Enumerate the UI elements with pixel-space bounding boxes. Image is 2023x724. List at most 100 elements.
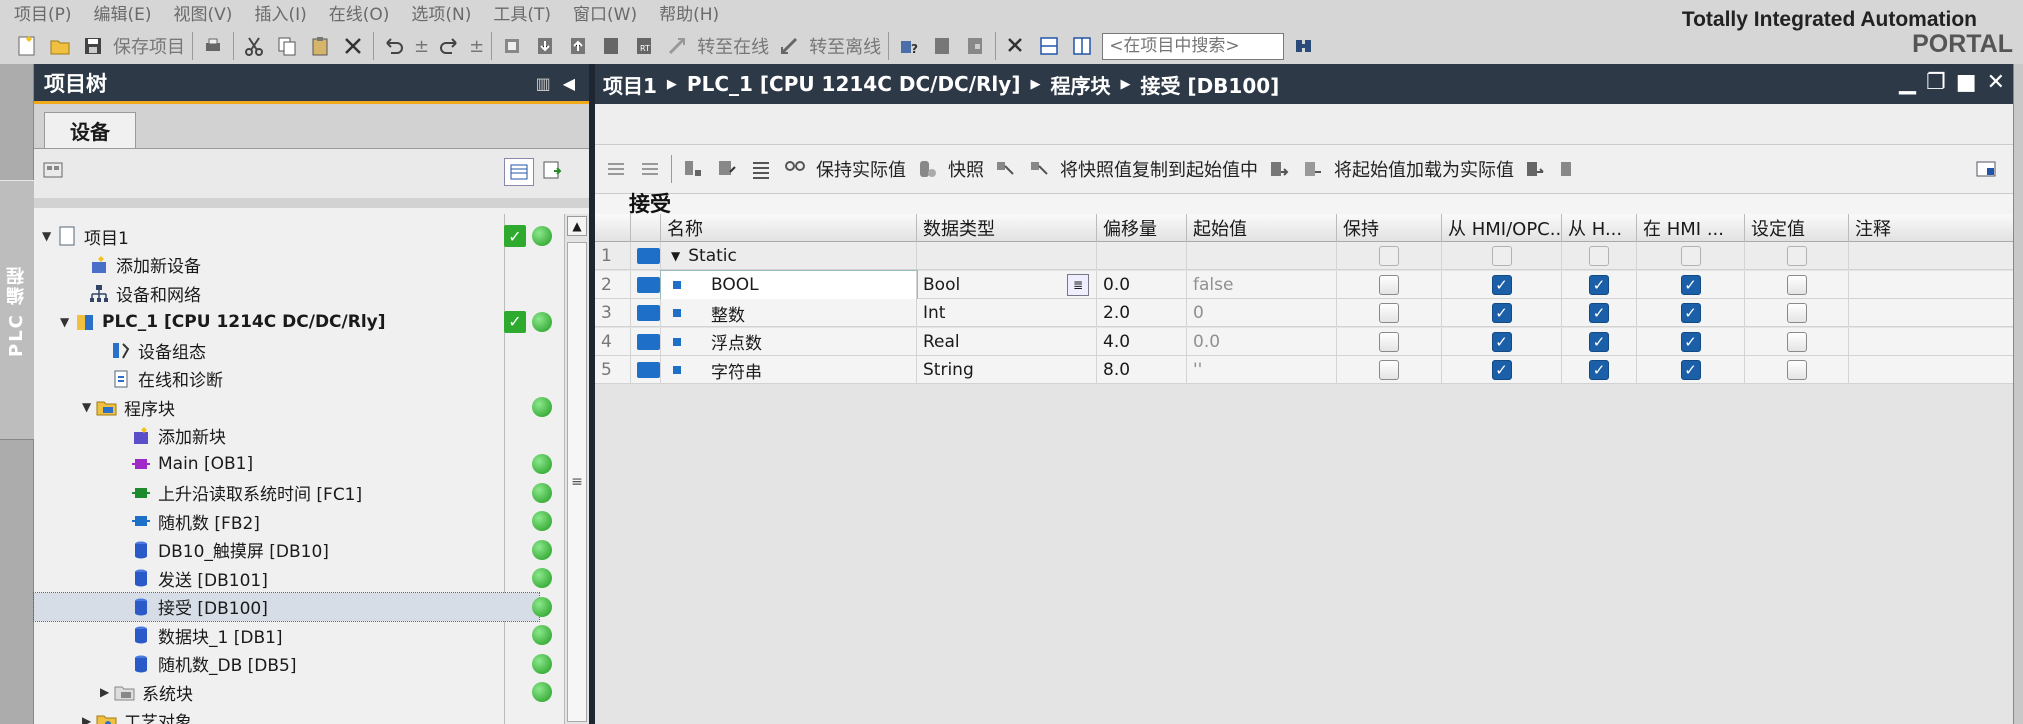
hmi1-checkbox[interactable]: ✓ [1491,331,1512,352]
breadcrumb-project[interactable]: 项目1 [603,70,657,99]
table-row[interactable]: 1 ▼ Static [595,242,2013,270]
delete-icon[interactable] [340,33,366,59]
table-row[interactable]: 2 BOOL Bool ≣ 0.0 false ✓ ✓ ✓ [595,269,2013,300]
new-project-icon[interactable] [14,33,40,59]
start-simulation-icon[interactable]: RT [631,33,657,59]
save-icon[interactable] [80,33,106,59]
collapse-all-icon[interactable] [714,156,740,182]
breadcrumb-program-blocks[interactable]: 程序块 [1050,70,1110,99]
redo-icon[interactable] [436,33,462,59]
go-offline-button[interactable]: 转至离线 [809,33,881,59]
menu-view[interactable]: 视图(V) [174,0,233,25]
hmi2-checkbox[interactable] [1589,246,1609,266]
cross-reference-icon[interactable] [1003,33,1029,59]
hmi1-checkbox[interactable]: ✓ [1491,360,1512,380]
setpoint-checkbox[interactable] [1786,331,1807,352]
load-start-icon-2[interactable] [1300,156,1326,182]
menu-project[interactable]: 项目(P) [14,0,72,25]
table-row[interactable]: 3 整数 Int 2.0 0 ✓ ✓ ✓ [595,299,2013,327]
start-value-cell[interactable]: false [1187,270,1337,299]
tab-devices[interactable]: 设备 [44,112,136,148]
name-cell[interactable]: 浮点数 [661,327,917,356]
close-icon[interactable]: ✕ [1987,70,2005,95]
tree-item-system-blocks[interactable]: ▶ 系统块 [34,678,539,706]
load-actual-icon-2[interactable] [1556,156,1582,182]
hmi3-checkbox[interactable]: ✓ [1680,274,1701,295]
start-value-cell[interactable] [1187,242,1337,270]
tree-item-add-new-block[interactable]: 添加新块 [34,422,539,450]
name-cell[interactable]: BOOL [660,269,918,300]
datatype-browse-icon[interactable]: ≣ [1067,273,1089,296]
maximize-icon[interactable]: ■ [1956,70,1977,95]
expand-arrow-icon[interactable]: ▼ [82,400,96,414]
hmi2-checkbox[interactable]: ✓ [1589,360,1609,380]
compile-icon[interactable] [499,33,525,59]
hmi1-checkbox[interactable]: ✓ [1491,303,1512,323]
col-header-hmi-opc[interactable]: 从 HMI/OPC... [1442,214,1562,242]
menu-tools[interactable]: 工具(T) [493,0,551,25]
collapse-arrow-icon[interactable]: ▶ [100,685,114,699]
setpoint-checkbox[interactable] [1786,360,1807,380]
scrollbar-thumb[interactable]: ≡ [567,242,587,722]
load-actual-icon[interactable] [1522,156,1548,182]
search-icon[interactable] [1291,33,1317,59]
menu-window[interactable]: 窗口(W) [573,0,637,25]
table-row[interactable]: 4 浮点数 Real 4.0 0.0 ✓ ✓ ✓ [595,327,2013,356]
vertical-tab-plc-programming[interactable]: PLC 编程 [0,180,34,440]
col-header-hmi-write[interactable]: 从 H... [1562,214,1637,242]
snapshot-button[interactable]: 快照 [948,156,984,182]
comment-cell[interactable] [1849,271,2013,299]
start-value-cell[interactable]: 0 [1187,299,1337,327]
cut-icon[interactable] [241,33,267,59]
go-online-button[interactable]: 转至在线 [697,33,769,59]
expand-all-icon[interactable] [680,156,706,182]
retain-checkbox[interactable] [1379,246,1399,266]
col-header-setpoint[interactable]: 设定值 [1745,214,1849,242]
comment-cell[interactable] [1849,328,2013,356]
split-vertical-icon[interactable] [1069,33,1095,59]
tree-item-devices-and-networks[interactable]: 设备和网络 [34,279,539,307]
hmi1-checkbox[interactable]: ✓ [1491,274,1512,295]
setpoint-checkbox[interactable] [1786,303,1807,323]
tree-item-db10-touchscreen[interactable]: DB10_触摸屏 [DB10] [34,536,539,564]
tree-item-plc[interactable]: ▼ PLC_1 [CPU 1214C DC/DC/Rly] [34,308,539,336]
save-project-button[interactable]: 保存项目 [113,33,185,59]
setpoint-checkbox[interactable] [1786,246,1807,266]
undo-dropdown-icon[interactable]: ± [414,36,429,57]
hmi2-checkbox[interactable]: ✓ [1589,274,1609,295]
setpoint-checkbox[interactable] [1786,274,1807,295]
menu-online[interactable]: 在线(O) [329,0,390,25]
hmi2-checkbox[interactable]: ✓ [1589,303,1609,323]
col-header-hmi-visible[interactable]: 在 HMI ... [1637,214,1745,242]
copy-snapshot-icon[interactable] [992,156,1018,182]
undo-icon[interactable] [381,33,407,59]
tree-item-main-ob1[interactable]: Main [OB1] [34,450,539,478]
detail-view-icon[interactable] [504,158,534,186]
expand-arrow-icon[interactable]: ▼ [671,249,680,263]
col-header-comment[interactable]: 注释 [1849,214,2013,242]
toolbar-settings-icon[interactable] [1973,156,1999,182]
tree-item-send-db101[interactable]: 发送 [DB101] [34,564,539,592]
go-offline-icon[interactable] [776,33,802,59]
load-start-as-actual-button[interactable]: 将起始值加载为实际值 [1334,156,1514,182]
tree-item-project[interactable]: ▼ 项目1 [34,222,539,250]
hmi2-checkbox[interactable]: ✓ [1589,331,1609,352]
comment-cell[interactable] [1849,242,2013,270]
retain-checkbox[interactable] [1379,274,1399,295]
minimize-icon[interactable]: ▁ [1899,70,1916,95]
col-header-offset[interactable]: 偏移量 [1097,214,1187,242]
tree-item-program-blocks[interactable]: ▼ 程序块 [34,393,539,421]
expand-arrow-icon[interactable]: ▼ [60,315,74,329]
tree-item-technology-objects[interactable]: ▶ 工艺对象 [34,707,539,724]
tree-item-random-db5[interactable]: 随机数_DB [DB5] [34,650,539,678]
name-cell[interactable]: 整数 [661,299,917,327]
menu-edit[interactable]: 编辑(E) [94,0,152,25]
insert-row-icon[interactable] [603,156,629,182]
list-view-icon[interactable] [748,156,774,182]
start-value-cell[interactable]: 0.0 [1187,327,1337,356]
col-header-name[interactable]: 名称 [661,214,917,242]
project-tree-scrollbar[interactable]: ▲ ≡ [564,214,589,724]
stop-cpu-icon[interactable] [962,33,988,59]
expand-arrow-icon[interactable]: ▼ [42,229,56,243]
redo-dropdown-icon[interactable]: ± [469,36,484,57]
